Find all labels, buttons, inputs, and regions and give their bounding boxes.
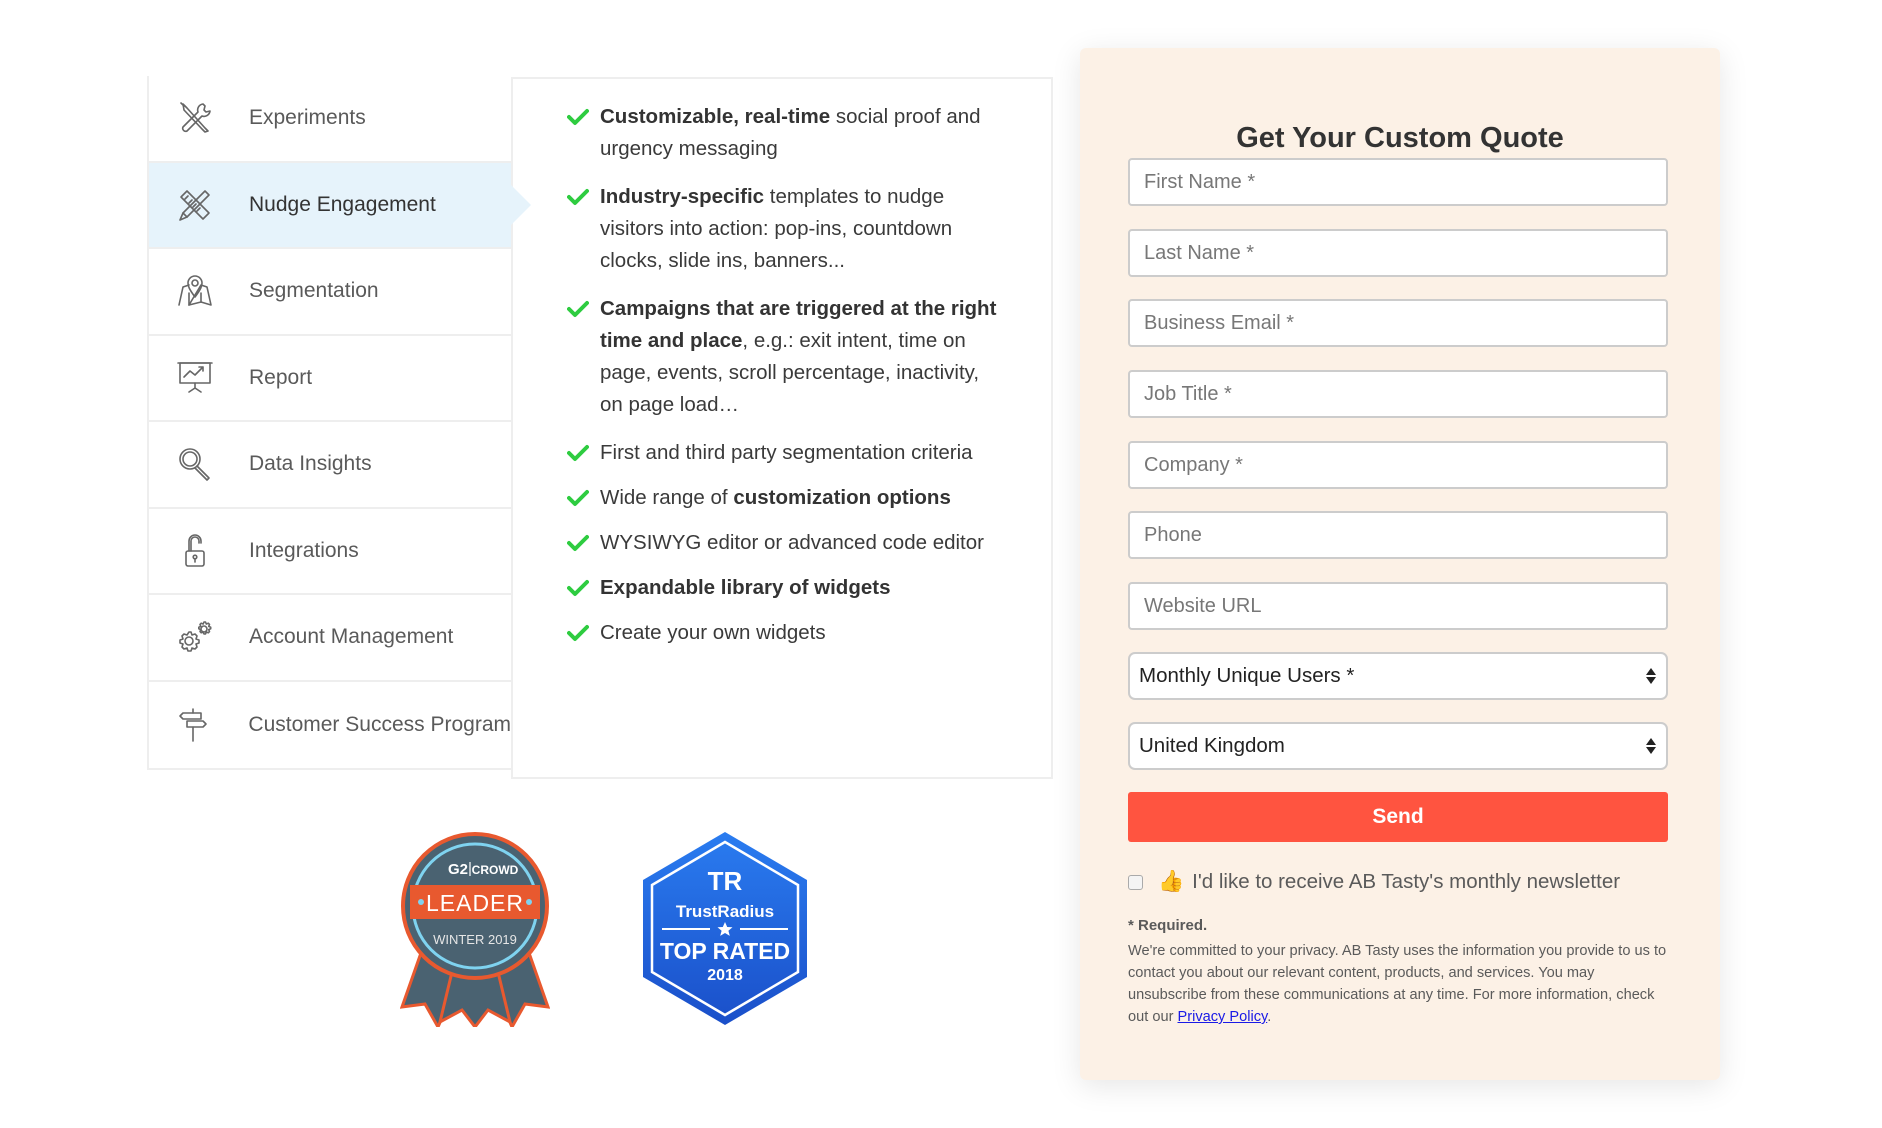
checkmark-icon: [567, 527, 600, 559]
badge-season: WINTER 2019: [433, 932, 517, 947]
feature-list: Customizable, real-time social proof and…: [567, 101, 1007, 649]
feature-text-bold: Industry-specific: [600, 185, 765, 208]
sidebar-item-label: Report: [249, 365, 313, 389]
newsletter-option[interactable]: 👍 I'd like to receive AB Tasty's monthly…: [1128, 870, 1620, 894]
sidebar-item-label: Customer Success Program: [248, 712, 511, 736]
sidebar-item-segmentation[interactable]: Segmentation: [149, 249, 511, 336]
trustradius-top-rated-badge: TR TrustRadius TOP RATED 2018: [643, 832, 807, 1025]
select-arrows-icon: [1646, 666, 1656, 686]
sidebar-item-label: Segmentation: [249, 279, 379, 303]
checkmark-icon: [567, 437, 600, 469]
checkmark-icon: [567, 293, 600, 325]
required-note: * Required.: [1128, 917, 1208, 934]
feature-text-regular: Create your own widgets: [600, 621, 826, 644]
business-email-input[interactable]: [1128, 299, 1668, 347]
quote-form-panel: Get Your Custom Quote Monthly Unique Use…: [1080, 48, 1720, 1080]
checkmark-icon: [567, 101, 600, 133]
send-button[interactable]: Send: [1128, 792, 1668, 842]
badge-title: LEADER: [426, 890, 524, 916]
monthly-unique-users-select[interactable]: Monthly Unique Users *: [1128, 652, 1668, 700]
feature-details-panel: Customizable, real-time social proof and…: [511, 77, 1053, 779]
feature-text: Expandable library of widgets: [600, 572, 890, 604]
badge-year: 2018: [707, 967, 743, 984]
sidebar-item-customer-success-program[interactable]: Customer Success Program: [149, 681, 511, 768]
feature-item: Campaigns that are triggered at the righ…: [567, 293, 1007, 421]
feature-text-bold: Expandable library of widgets: [600, 576, 891, 599]
sidebar-item-integrations[interactable]: Integrations: [149, 508, 511, 595]
feature-item: Wide range of customization options: [567, 482, 1007, 514]
magnifier-icon: [173, 442, 217, 486]
feature-item: Create your own widgets: [567, 617, 1007, 649]
checkmark-icon: [567, 572, 600, 604]
feature-text: Wide range of customization options: [600, 482, 951, 514]
select-arrows-icon: [1646, 736, 1656, 756]
badge-dot-left: [418, 899, 424, 905]
feature-text-regular: WYSIWYG editor or advanced code editor: [600, 531, 984, 554]
feature-text: First and third party segmentation crite…: [600, 437, 973, 469]
tools-icon: [173, 96, 217, 140]
badge-dot-right: [526, 899, 532, 905]
phone-input[interactable]: [1128, 511, 1668, 559]
feature-text: WYSIWYG editor or advanced code editor: [600, 527, 984, 559]
checkmark-icon: [567, 181, 600, 213]
feature-text-bold: Customizable, real-time: [600, 105, 831, 128]
tr-logo: TR: [708, 866, 743, 896]
sidebar-item-experiments[interactable]: Experiments: [149, 76, 511, 163]
company-input[interactable]: [1128, 441, 1668, 489]
select-value: Monthly Unique Users *: [1139, 664, 1355, 687]
feature-text: Campaigns that are triggered at the righ…: [600, 293, 1007, 421]
privacy-policy-link[interactable]: Privacy Policy: [1178, 1009, 1268, 1025]
sidebar-item-label: Experiments: [249, 106, 366, 130]
checkmark-icon: [567, 617, 600, 649]
g2-brand: CROWD: [472, 863, 519, 877]
pencil-ruler-icon: [173, 183, 217, 227]
feature-item: WYSIWYG editor or advanced code editor: [567, 527, 1007, 559]
thumbs-up-icon: 👍: [1158, 870, 1185, 893]
tr-brand: TrustRadius: [676, 902, 774, 921]
sidebar-item-nudge-engagement[interactable]: Nudge Engagement: [149, 162, 531, 249]
feature-item: Industry-specific templates to nudge vis…: [567, 181, 1007, 277]
sidebar-item-account-management[interactable]: Account Management: [149, 595, 511, 682]
newsletter-label: I'd like to receive AB Tasty's monthly n…: [1192, 870, 1621, 893]
feature-text-bold: customization options: [733, 486, 951, 509]
sidebar-item-label: Nudge Engagement: [249, 192, 436, 216]
feature-text-regular: Wide range of: [600, 486, 734, 509]
sidebar-item-label: Data Insights: [249, 452, 372, 476]
feature-sidebar: Experiments Nudge Engagement Segmentatio…: [147, 76, 531, 770]
signpost-icon: [173, 703, 216, 747]
feature-text: Industry-specific templates to nudge vis…: [600, 181, 1007, 277]
last-name-input[interactable]: [1128, 229, 1668, 277]
first-name-input[interactable]: [1128, 158, 1668, 206]
sidebar-item-label: Account Management: [249, 625, 454, 649]
feature-item: Customizable, real-time social proof and…: [567, 101, 1007, 165]
feature-text-regular: First and third party segmentation crite…: [600, 441, 973, 464]
ribbon-center: [437, 970, 513, 1027]
privacy-end: .: [1267, 1009, 1272, 1025]
sidebar-item-data-insights[interactable]: Data Insights: [149, 422, 511, 509]
privacy-notice: We're committed to your privacy. AB Tast…: [1128, 940, 1676, 1028]
feature-text: Create your own widgets: [600, 617, 826, 649]
gears-icon: [173, 615, 217, 659]
website-url-input[interactable]: [1128, 582, 1668, 630]
feature-text: Customizable, real-time social proof and…: [600, 101, 1007, 165]
badge-title: TOP RATED: [660, 938, 790, 964]
country-select[interactable]: United Kingdom: [1128, 722, 1668, 770]
form-title: Get Your Custom Quote: [1236, 122, 1564, 154]
map-pin-icon: [173, 269, 217, 313]
padlock-icon: [173, 529, 217, 573]
newsletter-checkbox[interactable]: [1128, 874, 1143, 890]
g2-crowd-leader-badge: G2 CROWD LEADER WINTER 2019: [400, 832, 550, 1027]
sidebar-item-report[interactable]: Report: [149, 335, 511, 422]
select-value: United Kingdom: [1139, 734, 1285, 757]
g2-logo: G2: [448, 861, 468, 878]
presentation-chart-icon: [173, 356, 217, 400]
feature-item: Expandable library of widgets: [567, 572, 1007, 604]
feature-item: First and third party segmentation crite…: [567, 437, 1007, 469]
checkmark-icon: [567, 482, 600, 514]
job-title-input[interactable]: [1128, 370, 1668, 418]
sidebar-item-label: Integrations: [249, 538, 359, 562]
